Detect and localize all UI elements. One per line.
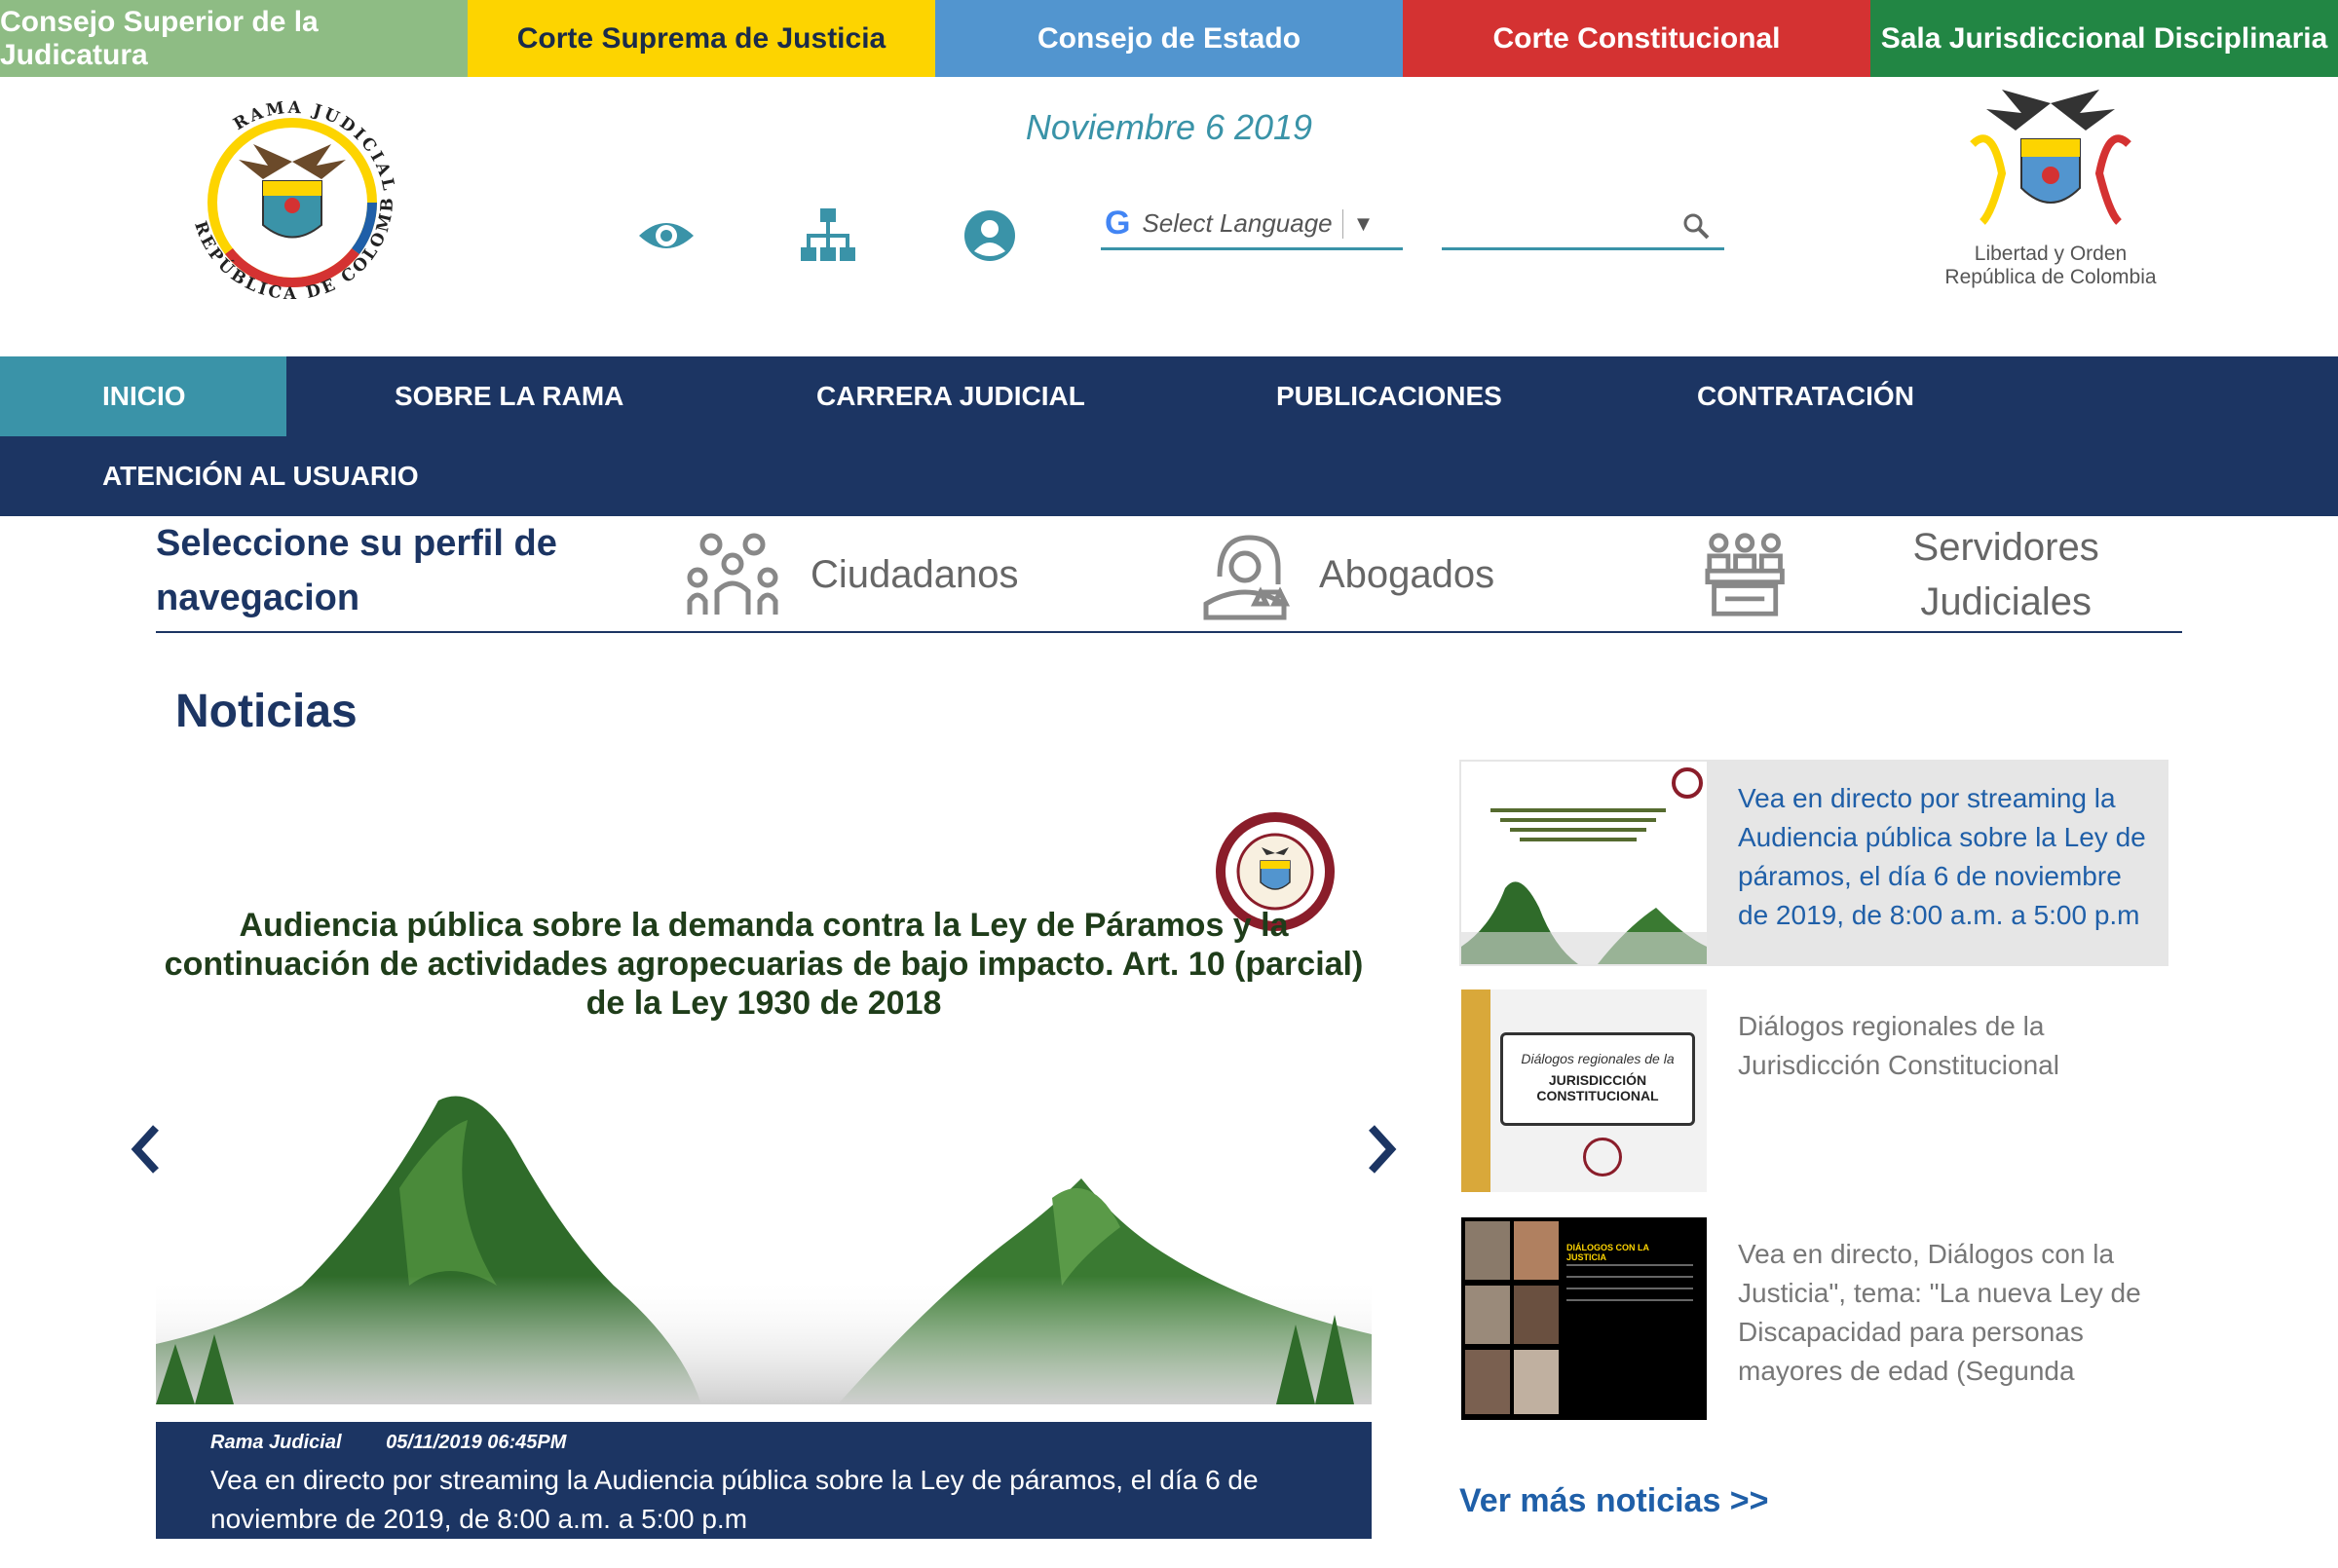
user-icon[interactable] (959, 205, 1021, 267)
caption-text: Vea en directo por streaming la Audienci… (210, 1465, 1259, 1534)
rama-judicial-logo[interactable]: RAMA JUDICIAL REPÚBLICA DE COLOMBIA (162, 69, 414, 317)
thumb-text-3: DIÁLOGOS CON LA JUSTICIA (1566, 1243, 1649, 1262)
colombia-coat-of-arms: Libertad y Orden República de Colombia (1934, 86, 2168, 319)
profile-selector: Seleccione su perfil de navegacion Ciuda… (156, 516, 2182, 633)
news-item-title: Vea en directo por streaming la Audienci… (1738, 783, 2146, 930)
judicial-servants-icon (1705, 533, 1785, 616)
language-label: Select Language (1142, 208, 1333, 238)
link-consejo-superior[interactable]: Consejo Superior de la Judicatura (0, 0, 468, 77)
profile-label: Servidores Judiciales (1912, 526, 2099, 623)
news-thumbnail (1461, 762, 1707, 964)
nav-sobre-la-rama[interactable]: SOBRE LA RAMA (395, 356, 623, 436)
lawyer-icon (1203, 535, 1291, 620)
coat-caption-2: República de Colombia (1944, 266, 2157, 288)
news-item-title: Diálogos regionales de la Jurisdicción C… (1738, 1011, 2059, 1080)
profile-servidores[interactable]: Servidores Judiciales (1705, 516, 2182, 633)
news-item[interactable]: DIÁLOGOS CON LA JUSTICIA Vea en directo,… (1459, 1215, 2168, 1422)
nav-publicaciones[interactable]: PUBLICACIONES (1276, 356, 1502, 436)
current-date: Noviembre 6 2019 (1025, 107, 1313, 147)
dropdown-arrow-icon: ▼ (1352, 210, 1375, 236)
people-group-icon (687, 533, 778, 615)
nav-inicio[interactable]: INICIO (0, 356, 286, 436)
news-thumbnail: Diálogos regionales de la JURISDICCIÓN C… (1461, 989, 1707, 1192)
news-item-title: Vea en directo, Diálogos con la Justicia… (1738, 1239, 2141, 1386)
carousel-prev-icon[interactable] (127, 1120, 166, 1178)
thumb-text-1: Diálogos regionales de la (1521, 1051, 1675, 1066)
search-icon[interactable] (1681, 211, 1711, 241)
nav-atencion-usuario[interactable]: ATENCIÓN AL USUARIO (102, 436, 419, 516)
sitemap-icon[interactable] (797, 205, 859, 267)
link-sala-disciplinaria[interactable]: Sala Jurisdiccional Disciplinaria (1870, 0, 2338, 77)
profile-ciudadanos[interactable]: Ciudadanos (682, 516, 1019, 633)
news-item[interactable]: Diálogos regionales de la JURISDICCIÓN C… (1459, 988, 2168, 1194)
thumb-text-2: JURISDICCIÓN CONSTITUCIONAL (1536, 1072, 1659, 1103)
mountain-illustration (156, 1096, 1372, 1404)
search-box[interactable] (1442, 200, 1724, 250)
caption-source: Rama Judicial (210, 1432, 342, 1453)
nav-contratacion[interactable]: CONTRATACIÓN (1697, 356, 1914, 436)
news-section-title: Noticias (175, 686, 358, 737)
link-corte-suprema[interactable]: Corte Suprema de Justicia (468, 0, 935, 77)
language-select[interactable]: G Select Language ▼ (1101, 200, 1403, 250)
entity-bar: Consejo Superior de la Judicatura Corte … (0, 0, 2338, 77)
slide-caption[interactable]: Rama Judicial 05/11/2019 06:45PM Vea en … (156, 1422, 1372, 1539)
coat-caption-1: Libertad y Orden (1974, 243, 2128, 265)
profile-abogados[interactable]: Abogados (1198, 516, 1494, 633)
news-carousel-slide[interactable]: Audiencia pública sobre la demanda contr… (156, 769, 1372, 1404)
nav-carrera-judicial[interactable]: CARRERA JUDICIAL (816, 356, 1085, 436)
link-consejo-estado[interactable]: Consejo de Estado (935, 0, 1403, 77)
profile-label: Abogados (1319, 552, 1495, 596)
carousel-next-icon[interactable] (1362, 1120, 1401, 1178)
main-nav: INICIO SOBRE LA RAMA CARRERA JUDICIAL PU… (0, 356, 2338, 516)
caption-date: 05/11/2019 06:45PM (386, 1432, 567, 1453)
link-corte-constitucional[interactable]: Corte Constitucional (1403, 0, 1870, 77)
news-thumbnail: DIÁLOGOS CON LA JUSTICIA (1461, 1217, 1707, 1420)
more-news-link[interactable]: Ver más noticias >> (1459, 1482, 1769, 1520)
eye-icon[interactable] (635, 205, 698, 267)
slide-headline: Audiencia pública sobre la demanda contr… (164, 907, 1364, 1022)
divider (1341, 208, 1343, 239)
profile-label: Ciudadanos (811, 552, 1019, 596)
google-icon: G (1105, 205, 1131, 242)
news-item[interactable]: Vea en directo por streaming la Audienci… (1459, 760, 2168, 966)
profile-title: Seleccione su perfil de navegacion (156, 523, 557, 618)
